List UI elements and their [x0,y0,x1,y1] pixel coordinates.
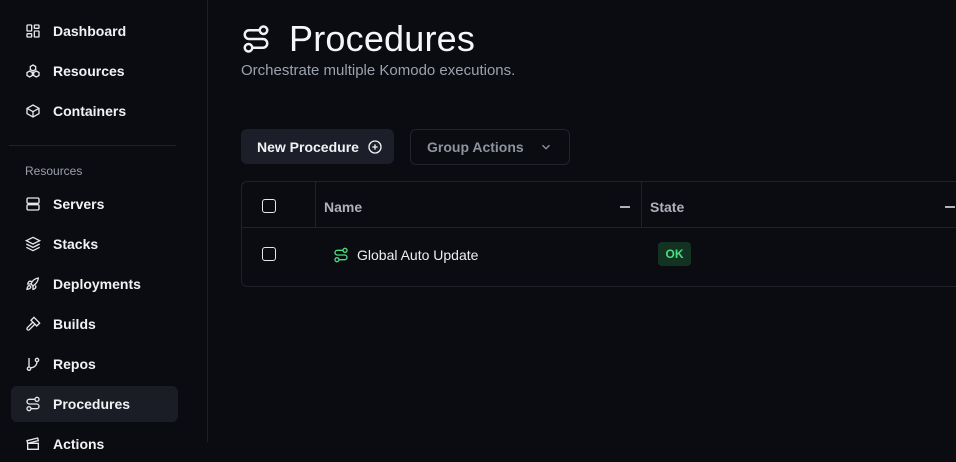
route-icon [25,396,41,412]
status-badge: OK [658,242,691,266]
box-icon [25,103,41,119]
sidebar-item-repos[interactable]: Repos [11,346,178,382]
sidebar-item-label: Procedures [53,396,131,412]
column-resize-handle[interactable] [620,206,630,208]
chevron-down-icon [539,140,553,154]
sidebar-item-resources[interactable]: Resources [11,53,178,89]
route-icon [333,247,349,263]
column-divider [315,182,316,227]
sidebar-divider [9,145,176,146]
row-checkbox[interactable] [262,247,276,261]
rocket-icon [25,276,41,292]
column-divider [641,182,642,227]
sidebar-item-builds[interactable]: Builds [11,306,178,342]
sidebar-section-label: Resources [25,164,83,178]
group-actions-button[interactable]: Group Actions [410,129,570,165]
sidebar-item-dashboard[interactable]: Dashboard [11,13,178,49]
procedure-link[interactable]: Global Auto Update [333,247,478,263]
column-header-name[interactable]: Name [324,199,362,215]
sidebar-item-label: Stacks [53,236,99,252]
sidebar-item-label: Actions [53,436,105,452]
sidebar-item-stacks[interactable]: Stacks [11,226,178,262]
sidebar-item-label: Builds [53,316,96,332]
page-title: Procedures [289,18,476,59]
column-header-state[interactable]: State [650,199,684,215]
new-procedure-button[interactable]: New Procedure [241,129,394,164]
page-header: Procedures [241,18,475,60]
sidebar-item-label: Deployments [53,276,141,292]
layers-icon [25,236,41,252]
page-subtitle: Orchestrate multiple Komodo executions. [241,62,516,79]
main-content: Procedures Orchestrate multiple Komodo e… [209,0,956,442]
procedure-name: Global Auto Update [357,247,479,263]
hammer-icon [25,316,41,332]
sidebar-item-procedures[interactable]: Procedures [11,386,178,422]
sidebar-item-deployments[interactable]: Deployments [11,266,178,302]
column-resize-handle[interactable] [945,206,955,208]
layout-dashboard-icon [25,23,41,39]
new-procedure-label: New Procedure [257,138,359,155]
route-icon [241,24,271,54]
group-actions-label: Group Actions [427,139,524,155]
sidebar-item-containers[interactable]: Containers [11,93,178,129]
plus-circle-icon [367,139,383,155]
boxes-icon [25,63,41,79]
sidebar-item-label: Servers [53,196,105,212]
sidebar-item-servers[interactable]: Servers [11,186,178,222]
git-branch-icon [25,356,41,372]
sidebar-item-actions[interactable]: Actions [11,426,178,462]
sidebar-item-label: Repos [53,356,96,372]
sidebar-item-label: Containers [53,103,127,119]
sidebar: Dashboard Resources Containers Resources… [0,0,208,452]
server-icon [25,196,41,212]
clapperboard-icon [25,436,41,452]
procedures-table: Name State Global Auto Update OK [241,181,956,287]
table-header: Name State [242,182,956,228]
table-row[interactable]: Global Auto Update OK [242,228,956,284]
sidebar-item-label: Dashboard [53,23,127,39]
sidebar-item-label: Resources [53,63,125,79]
select-all-checkbox[interactable] [262,199,276,213]
